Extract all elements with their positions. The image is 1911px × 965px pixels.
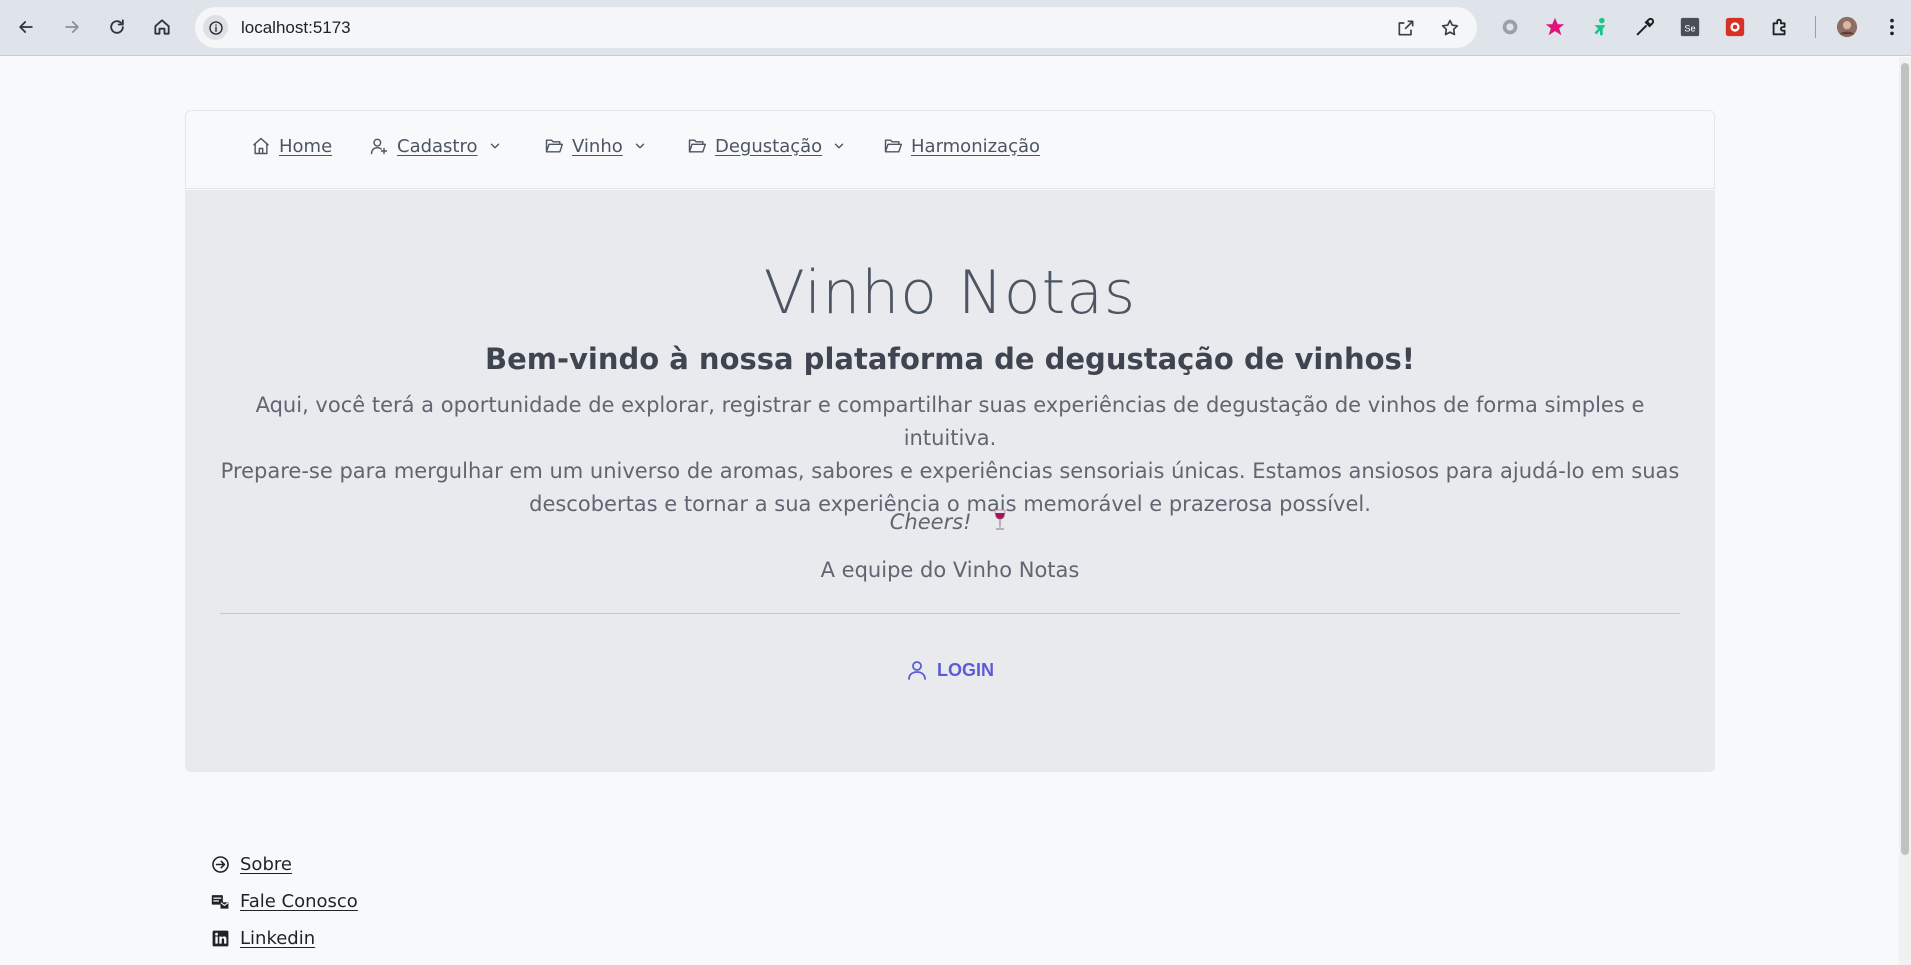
contact-icon — [211, 892, 231, 912]
arrow-circle-right-icon — [211, 855, 231, 875]
chevron-down-icon — [488, 138, 504, 154]
hero-panel: Vinho Notas Bem-vindo à nossa plataforma… — [185, 190, 1715, 772]
nav-item-harmonizacao[interactable]: Harmonização — [883, 131, 1040, 161]
main-navbar: Home Cadastro Vinho Degustação Harmoniza… — [185, 110, 1715, 189]
nav-item-cadastro[interactable]: Cadastro — [369, 131, 504, 161]
user-icon — [905, 658, 929, 682]
page-title: Vinho Notas — [763, 258, 1137, 328]
footer-link-label: Fale Conosco — [240, 891, 358, 912]
url-text[interactable]: localhost:5173 — [241, 18, 351, 38]
user-plus-icon — [369, 136, 389, 156]
footer-link-fale-conosco[interactable]: Fale Conosco — [211, 891, 358, 912]
browser-menu-icon[interactable] — [1878, 13, 1906, 41]
arrow-right-icon — [65, 21, 79, 33]
home-icon — [251, 136, 271, 156]
selenium-extension-icon[interactable]: Se — [1676, 13, 1704, 41]
home-browser-button[interactable] — [146, 11, 178, 43]
paragraph-line: Prepare-se para mergulhar em um universo… — [220, 459, 1680, 483]
nav-item-degustacao[interactable]: Degustação — [687, 131, 848, 161]
welcome-subtitle: Bem-vindo à nossa plataforma de degustaç… — [484, 342, 1416, 376]
arrow-left-icon — [19, 21, 33, 33]
chevron-down-icon — [832, 138, 848, 154]
folder-open-icon — [883, 136, 903, 156]
page-scrollbar[interactable] — [1899, 57, 1911, 965]
scrollbar-thumb[interactable] — [1901, 63, 1909, 855]
nav-item-label: Home — [279, 135, 333, 157]
home-icon — [154, 19, 170, 35]
profile-avatar[interactable] — [1833, 13, 1861, 41]
nav-item-vinho[interactable]: Vinho — [544, 131, 649, 161]
wine-glass-icon — [990, 508, 1010, 532]
forward-button[interactable] — [56, 11, 88, 43]
nav-item-label: Degustação — [715, 135, 823, 157]
cheers-text: Cheers! — [889, 510, 972, 534]
extension-green-figure-icon[interactable] — [1586, 13, 1614, 41]
nav-item-home[interactable]: Home — [251, 131, 332, 161]
reload-icon — [110, 19, 124, 34]
login-button[interactable]: LOGIN — [905, 658, 994, 682]
svg-text:Se: Se — [1684, 24, 1695, 34]
extension-gear-icon[interactable] — [1496, 13, 1524, 41]
browser-toolbar: localhost:5173 Se — [0, 0, 1911, 56]
cheers-line: Cheers! — [185, 508, 1715, 534]
footer-link-label: Linkedin — [240, 928, 316, 949]
folder-open-icon — [687, 136, 707, 156]
footer-link-label: Sobre — [240, 854, 292, 875]
chevron-down-icon — [633, 138, 649, 154]
linkedin-icon — [211, 929, 231, 949]
nav-item-label: Vinho — [572, 135, 623, 157]
reload-button[interactable] — [101, 11, 133, 43]
bookmark-star-icon[interactable] — [1437, 15, 1463, 41]
footer-link-linkedin[interactable]: Linkedin — [211, 928, 315, 949]
open-in-app-icon[interactable] — [1393, 15, 1419, 41]
welcome-paragraph: Aqui, você terá a oportunidade de explor… — [215, 389, 1685, 521]
footer-link-sobre[interactable]: Sobre — [211, 854, 292, 875]
nav-item-label: Harmonização — [911, 135, 1041, 157]
extension-pink-icon[interactable] — [1541, 13, 1569, 41]
folder-open-icon — [544, 136, 564, 156]
nav-item-label: Cadastro — [397, 135, 478, 157]
login-label: LOGIN — [937, 659, 994, 680]
back-button[interactable] — [10, 11, 42, 43]
eyedropper-icon[interactable] — [1631, 13, 1659, 41]
site-info-icon[interactable] — [203, 15, 228, 40]
puzzle-extensions-icon[interactable] — [1766, 13, 1794, 41]
team-signature: A equipe do Vinho Notas — [820, 558, 1080, 582]
address-bar[interactable]: localhost:5173 — [195, 7, 1477, 48]
paragraph-line: Aqui, você terá a oportunidade de explor… — [255, 393, 1645, 450]
toolbar-separator — [1815, 16, 1816, 38]
extension-red-icon[interactable] — [1721, 13, 1749, 41]
divider — [220, 613, 1680, 614]
